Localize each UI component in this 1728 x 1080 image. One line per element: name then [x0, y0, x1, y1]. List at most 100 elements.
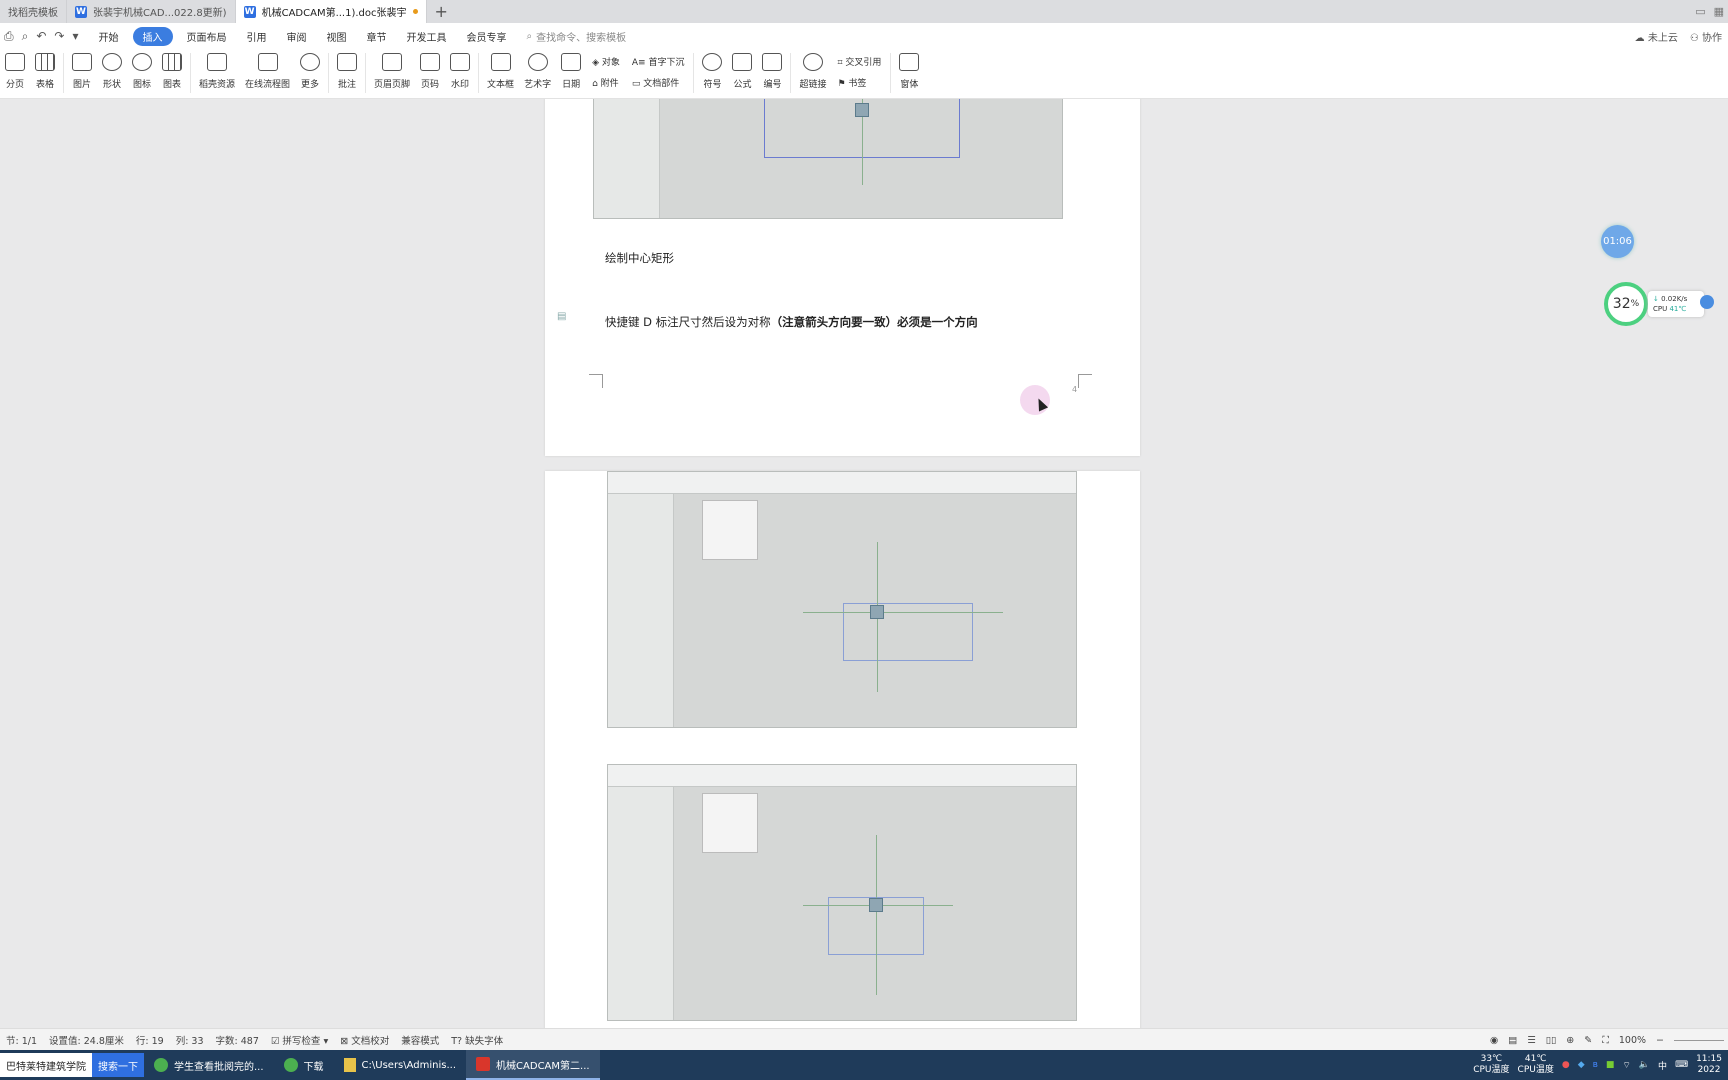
icon-button[interactable]: 图标: [127, 53, 157, 90]
tab-template[interactable]: 找稻壳模板: [0, 0, 67, 23]
layout-icon[interactable]: ▭: [1695, 5, 1705, 18]
menu-item-page-layout[interactable]: 页面布局: [177, 29, 237, 44]
redo-icon[interactable]: ↷: [54, 29, 64, 44]
taskbar-item-explorer[interactable]: C:\Users\Adminis...: [334, 1050, 467, 1080]
status-words[interactable]: 字数: 487: [210, 1033, 265, 1047]
document-area[interactable]: 绘制中心矩形 ▤ 快捷键 D 标注尺寸然后设为对称（注意箭头方向要一致）必须是一…: [0, 99, 1728, 1028]
button-label: 附件: [600, 79, 619, 89]
tray-bluetooth-icon[interactable]: ʙ: [1593, 1060, 1598, 1070]
page-number-mark: 4: [1072, 385, 1078, 394]
ime-indicator[interactable]: 中: [1658, 1059, 1667, 1072]
table-button[interactable]: 表格: [30, 53, 60, 90]
textbox-button[interactable]: 文本框: [482, 53, 519, 90]
preview-icon[interactable]: ⌕: [22, 29, 29, 44]
attachment-button[interactable]: ⌂ 附件: [592, 76, 620, 89]
taskbar-item-wps[interactable]: 机械CADCAM第二...: [466, 1050, 600, 1080]
tray-app-icon[interactable]: ●: [1562, 1060, 1570, 1070]
date-button[interactable]: 日期: [556, 53, 586, 90]
missing-font-button[interactable]: T? 缺失字体: [445, 1033, 509, 1047]
more-button[interactable]: 更多: [295, 53, 325, 90]
taskbar-search-button[interactable]: 搜索一下: [92, 1053, 144, 1077]
origin-marker: [855, 103, 869, 117]
status-right: ◉ ▤ ☰ ▯▯ ⊕ ✎ ⛶ 100% −: [1490, 1029, 1728, 1051]
new-tab-button[interactable]: +: [427, 2, 456, 21]
tray-wifi-icon[interactable]: ⌔: [1622, 1060, 1630, 1071]
chat-icon: [283, 1058, 298, 1072]
shape-icon: [102, 53, 122, 71]
print-icon[interactable]: ⎙: [4, 29, 14, 44]
read-view-icon[interactable]: ▯▯: [1546, 1035, 1556, 1046]
menu-item-developer[interactable]: 开发工具: [397, 29, 457, 44]
page-view-icon[interactable]: ▤: [1508, 1035, 1517, 1046]
menu-item-view[interactable]: 视图: [317, 29, 357, 44]
comment-button[interactable]: 批注: [332, 53, 362, 90]
clock[interactable]: 11:15 2022: [1696, 1054, 1722, 1076]
dropdown-icon[interactable]: ▾: [72, 29, 78, 44]
fit-page-icon[interactable]: ⛶: [1602, 1035, 1609, 1046]
eye-icon[interactable]: ◉: [1490, 1035, 1498, 1046]
zoom-slider[interactable]: [1674, 1039, 1724, 1041]
cloud-status[interactable]: ☁ 未上云: [1635, 29, 1678, 44]
flowchart-button[interactable]: 在线流程图: [240, 53, 295, 90]
symbol-button[interactable]: 符号: [697, 53, 727, 90]
watermark-button[interactable]: 水印: [445, 53, 475, 90]
command-search[interactable]: ⌕ 查找命令、搜索模板: [527, 29, 627, 44]
chart-button[interactable]: 图表: [157, 53, 187, 90]
bookmark-button[interactable]: ⚑ 书签: [837, 76, 881, 89]
web-view-icon[interactable]: ⊕: [1566, 1035, 1574, 1046]
outline-view-icon[interactable]: ☰: [1527, 1035, 1536, 1046]
menu-item-review[interactable]: 审阅: [277, 29, 317, 44]
numbering-button[interactable]: 编号: [757, 53, 787, 90]
paragraph-handle-icon[interactable]: ▤: [557, 311, 566, 322]
dropcap-button[interactable]: A≡ 首字下沉: [632, 55, 685, 68]
grid-icon[interactable]: ▦: [1714, 5, 1724, 18]
picture-button[interactable]: 图片: [67, 53, 97, 90]
cpu-temp: 41℃: [1669, 305, 1687, 313]
timer-widget[interactable]: 01:06: [1601, 225, 1634, 258]
page-number-button[interactable]: 页码: [415, 53, 445, 90]
formula-button[interactable]: 公式: [727, 53, 757, 90]
tray-nvidia-icon[interactable]: ■: [1606, 1060, 1615, 1070]
zoom-level[interactable]: 100%: [1619, 1035, 1646, 1046]
status-section[interactable]: 节: 1/1: [0, 1033, 43, 1047]
spell-check-button[interactable]: ☑ 拼写检查 ▾: [265, 1033, 334, 1047]
cpu-monitor-widget[interactable]: 32% ↓ 0.02K/s CPU 41℃: [1604, 282, 1714, 326]
tab-doc-1[interactable]: W 张裴宇机械CAD...022.8更新): [67, 0, 236, 23]
taskbar-item-wechat-2[interactable]: 下载: [274, 1050, 334, 1080]
menu-item-start[interactable]: 开始: [89, 29, 129, 44]
cross-ref-button[interactable]: ⌗ 交叉引用: [837, 55, 881, 68]
search-placeholder: 查找命令、搜索模板: [536, 32, 627, 44]
clock-time: 11:15: [1696, 1054, 1722, 1064]
zoom-out-button[interactable]: −: [1656, 1035, 1664, 1046]
header-footer-button[interactable]: 页眉页脚: [369, 53, 415, 90]
button-label: 表格: [35, 80, 54, 90]
cpu-temp-1[interactable]: 33℃ CPU温度: [1473, 1054, 1509, 1076]
doc-parts-button[interactable]: ▭ 文档部件: [632, 76, 685, 89]
status-setting[interactable]: 设置值: 24.8厘米: [43, 1033, 130, 1047]
tab-doc-active[interactable]: W 机械CADCAM第...1).doc张裴宇: [235, 0, 427, 23]
taskbar-item-wechat-1[interactable]: 学生查看批阅完的...: [144, 1050, 274, 1080]
form-button[interactable]: 窗体: [894, 53, 924, 90]
divider: [328, 53, 330, 93]
button-label: 公式: [733, 80, 752, 90]
tray-network-icon[interactable]: ◆: [1578, 1060, 1585, 1070]
cpu-temp-2[interactable]: 41℃ CPU温度: [1518, 1054, 1554, 1076]
proofread-button[interactable]: ⊠ 文档校对: [334, 1033, 395, 1047]
docer-resources-button[interactable]: 稻壳资源: [194, 53, 240, 90]
volume-icon[interactable]: 🔈: [1639, 1060, 1650, 1070]
hyperlink-button[interactable]: 超链接: [794, 53, 831, 90]
menu-item-insert[interactable]: 插入: [132, 26, 173, 46]
undo-icon[interactable]: ↶: [36, 29, 46, 44]
taskbar-search-input[interactable]: 巴特莱特建筑学院: [0, 1053, 92, 1077]
menu-item-chapter[interactable]: 章节: [357, 29, 397, 44]
page-break-button[interactable]: 分页: [0, 53, 30, 90]
menu-item-member[interactable]: 会员专享: [457, 29, 517, 44]
wordart-button[interactable]: 艺术字: [519, 53, 556, 90]
pen-icon[interactable]: ✎: [1584, 1035, 1592, 1046]
rocket-boost-icon[interactable]: [1700, 295, 1714, 309]
keyboard-icon[interactable]: ⌨: [1675, 1060, 1688, 1070]
object-button[interactable]: ◈ 对象: [592, 55, 620, 68]
collaborate-button[interactable]: ⚇ 协作: [1690, 29, 1722, 44]
menu-item-references[interactable]: 引用: [237, 29, 277, 44]
shape-button[interactable]: 形状: [97, 53, 127, 90]
